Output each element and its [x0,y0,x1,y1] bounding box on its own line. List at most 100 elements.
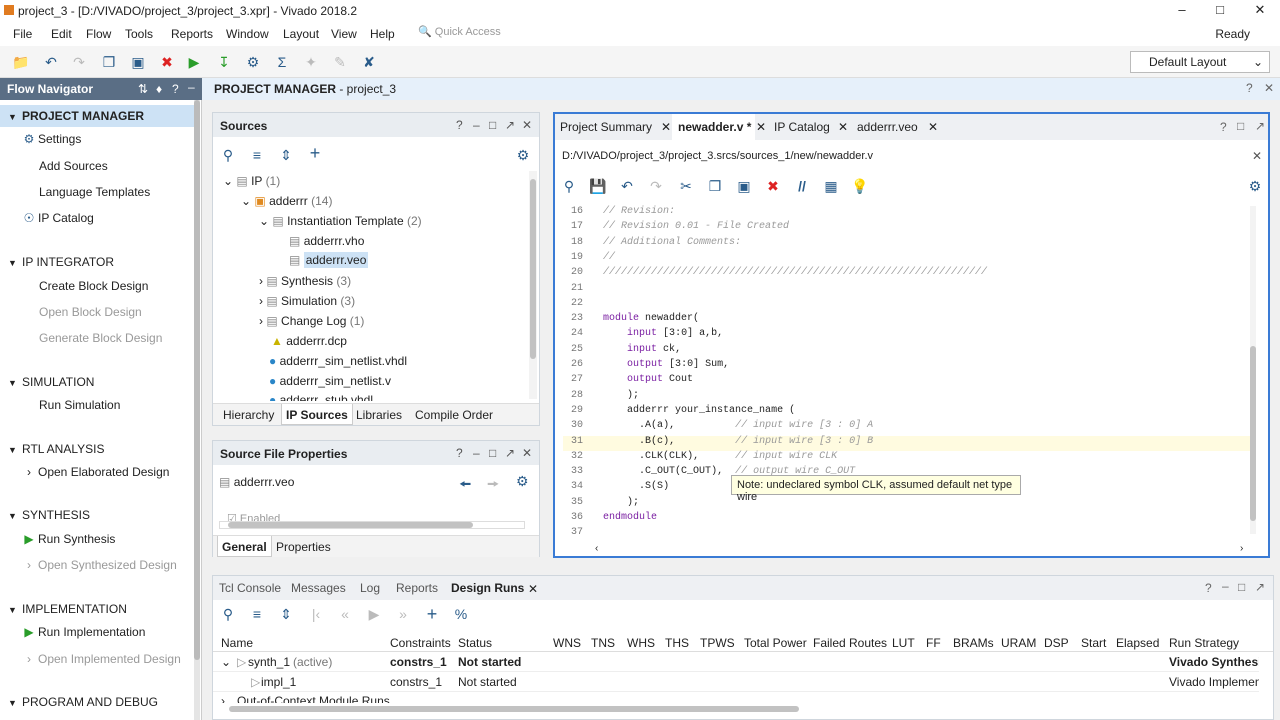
run-icon[interactable]: ▶ [185,53,203,71]
tab-ip-sources[interactable]: IP Sources [281,404,353,425]
float-icon[interactable]: ↗ [505,446,515,460]
tree-item-stub-vhdl[interactable]: ● adderrr_stub.vhdl [269,393,373,401]
paste-icon[interactable]: ▣ [735,178,753,196]
run-name[interactable]: Out-of-Context Module Runs [237,694,390,703]
fnav-run-implementation[interactable]: ▶ Run Implementation [22,625,145,639]
tab-messages[interactable]: Messages [291,581,346,595]
chevron-right-icon[interactable]: › [221,694,225,703]
col-run-strategy[interactable]: Run Strategy [1169,636,1239,650]
minimize-icon[interactable]: – [473,446,480,460]
code-line[interactable]: 23 module newadder( [563,313,1253,328]
enabled-checkbox[interactable]: ☑ Enabled [227,513,280,521]
help-icon[interactable]: ? [456,118,463,132]
close-icon[interactable]: ✕ [522,446,532,460]
delete-icon[interactable]: ✖ [158,53,176,71]
code-line[interactable]: 35 ); [563,497,1253,512]
expand-all-icon[interactable]: ⇕ [277,147,295,165]
editor-scroll-thumb[interactable] [1250,346,1256,521]
code-line[interactable]: 19 // [563,252,1253,267]
float-icon[interactable]: ↗ [1255,119,1265,133]
tree-item-simulation[interactable]: › ▤ Simulation (3) [259,294,355,308]
float-icon[interactable]: ↗ [1255,580,1265,594]
col-dsp[interactable]: DSP [1044,636,1069,650]
code-line[interactable]: 24 input [3:0] a,b, [563,328,1253,343]
fnav-section-rtl[interactable]: ▼ RTL ANALYSIS [8,442,104,456]
col-elapsed[interactable]: Elapsed [1116,636,1159,650]
fnav-section-simulation[interactable]: ▼ SIMULATION [8,375,94,389]
tab-tcl-console[interactable]: Tcl Console [219,581,281,595]
help-icon[interactable]: ? [1246,81,1253,95]
menu-tools[interactable]: Tools [125,27,153,41]
program-icon[interactable]: ↧ [215,53,233,71]
settings-icon[interactable]: ⚙ [244,53,262,71]
col-ff[interactable]: FF [926,636,941,650]
col-tns[interactable]: TNS [591,636,615,650]
tab-compile-order[interactable]: Compile Order [415,408,493,422]
fnav-section-implementation[interactable]: ▼ IMPLEMENTATION [8,602,127,616]
col-wns[interactable]: WNS [553,636,581,650]
fnav-ip-catalog[interactable]: ☉ IP Catalog [22,211,94,225]
tree-item-adderrr[interactable]: ⌄ ▣ adderrr (14) [241,194,332,208]
col-ths[interactable]: THS [665,636,689,650]
fnav-section-program[interactable]: ▼ PROGRAM AND DEBUG [8,695,158,709]
col-tpws[interactable]: TPWS [700,636,735,650]
restore-icon[interactable]: □ [1238,580,1245,594]
comment-icon[interactable]: // [793,178,811,196]
fnav-open-implemented-design[interactable]: › Open Implemented Design [22,652,181,666]
tree-item-veo[interactable]: ▤ adderrr.veo [289,252,369,268]
col-brams[interactable]: BRAMs [953,636,994,650]
redo-icon[interactable]: ↷ [647,178,665,196]
tree-item-synthesis[interactable]: › ▤ Synthesis (3) [259,274,351,288]
tree-item-ip[interactable]: ⌄ ▤ IP (1) [223,174,280,188]
fnav-run-synthesis[interactable]: ▶ Run Synthesis [22,532,115,546]
run-icon[interactable]: ▶ [365,606,383,624]
minimize-icon[interactable]: – [188,80,195,94]
fnav-section-synthesis[interactable]: ▼ SYNTHESIS [8,508,90,522]
close-icon[interactable]: ✕ [1252,149,1262,163]
sources-scroll-thumb[interactable] [530,179,536,359]
help-icon[interactable]: ? [1205,581,1212,595]
col-start[interactable]: Start [1081,636,1106,650]
quick-access-search[interactable]: 🔍 Quick Access [418,25,558,43]
redo-icon[interactable]: ↷ [70,53,88,71]
delete-icon[interactable]: ✖ [764,178,782,196]
search-icon[interactable]: ⚲ [560,178,578,196]
col-total-power[interactable]: Total Power [744,636,807,650]
close-icon[interactable]: ✕ [661,120,671,134]
fnav-section-pm[interactable]: ▼ PROJECT MANAGER [0,105,195,127]
sources-scrollbar[interactable] [529,171,537,399]
debug-icon[interactable]: ✦ [302,53,320,71]
menu-edit[interactable]: Edit [51,27,72,41]
expand-all-icon[interactable]: ⇕ [277,606,295,624]
fnav-generate-block-design[interactable]: Generate Block Design [39,331,162,345]
fnav-create-block-design[interactable]: Create Block Design [39,279,148,293]
menu-layout[interactable]: Layout [283,27,319,41]
gear-icon[interactable]: ⚙ [514,147,532,165]
tree-item-sim-netlist-v[interactable]: ● adderrr_sim_netlist.v [269,374,391,388]
menu-window[interactable]: Window [226,27,269,41]
undo-icon[interactable]: ↶ [618,178,636,196]
code-line[interactable]: 21 [563,283,1253,298]
tree-item-dcp[interactable]: ▲ adderrr.dcp [271,334,347,348]
fnav-scrollbar[interactable] [194,100,200,720]
open-project-icon[interactable]: 📁 [12,53,30,71]
code-line[interactable]: 25 input ck, [563,344,1253,359]
tab-design-runs[interactable]: Design Runs [451,581,524,595]
back-arrow-icon[interactable]: 🠘 [459,474,471,498]
code-line[interactable]: 36 endmodule [563,512,1253,527]
cut-icon[interactable]: ✂ [677,178,695,196]
collapse-all-icon[interactable]: ⇅ [138,82,148,96]
tab-ip-catalog[interactable]: IP Catalog [774,120,830,134]
code-line[interactable]: 37 [563,527,1253,542]
bottom-scroll-thumb[interactable] [229,706,799,712]
menu-flow[interactable]: Flow [86,27,111,41]
tree-item-sim-netlist-vhdl[interactable]: ● adderrr_sim_netlist.vhdl [269,354,407,368]
restore-icon[interactable]: □ [489,118,496,132]
close-icon[interactable]: ✕ [838,120,848,134]
add-icon[interactable]: + [306,143,324,163]
close-icon[interactable]: ✕ [928,120,938,134]
pen-icon[interactable]: ✎ [331,53,349,71]
tree-item-instantiation-template[interactable]: ⌄ ▤ Instantiation Template (2) [259,214,422,228]
table-row[interactable]: ⌄ ▷ synth_1 (active) constrs_1 Not start… [213,652,1259,672]
sigma-icon[interactable]: Σ [273,53,291,71]
